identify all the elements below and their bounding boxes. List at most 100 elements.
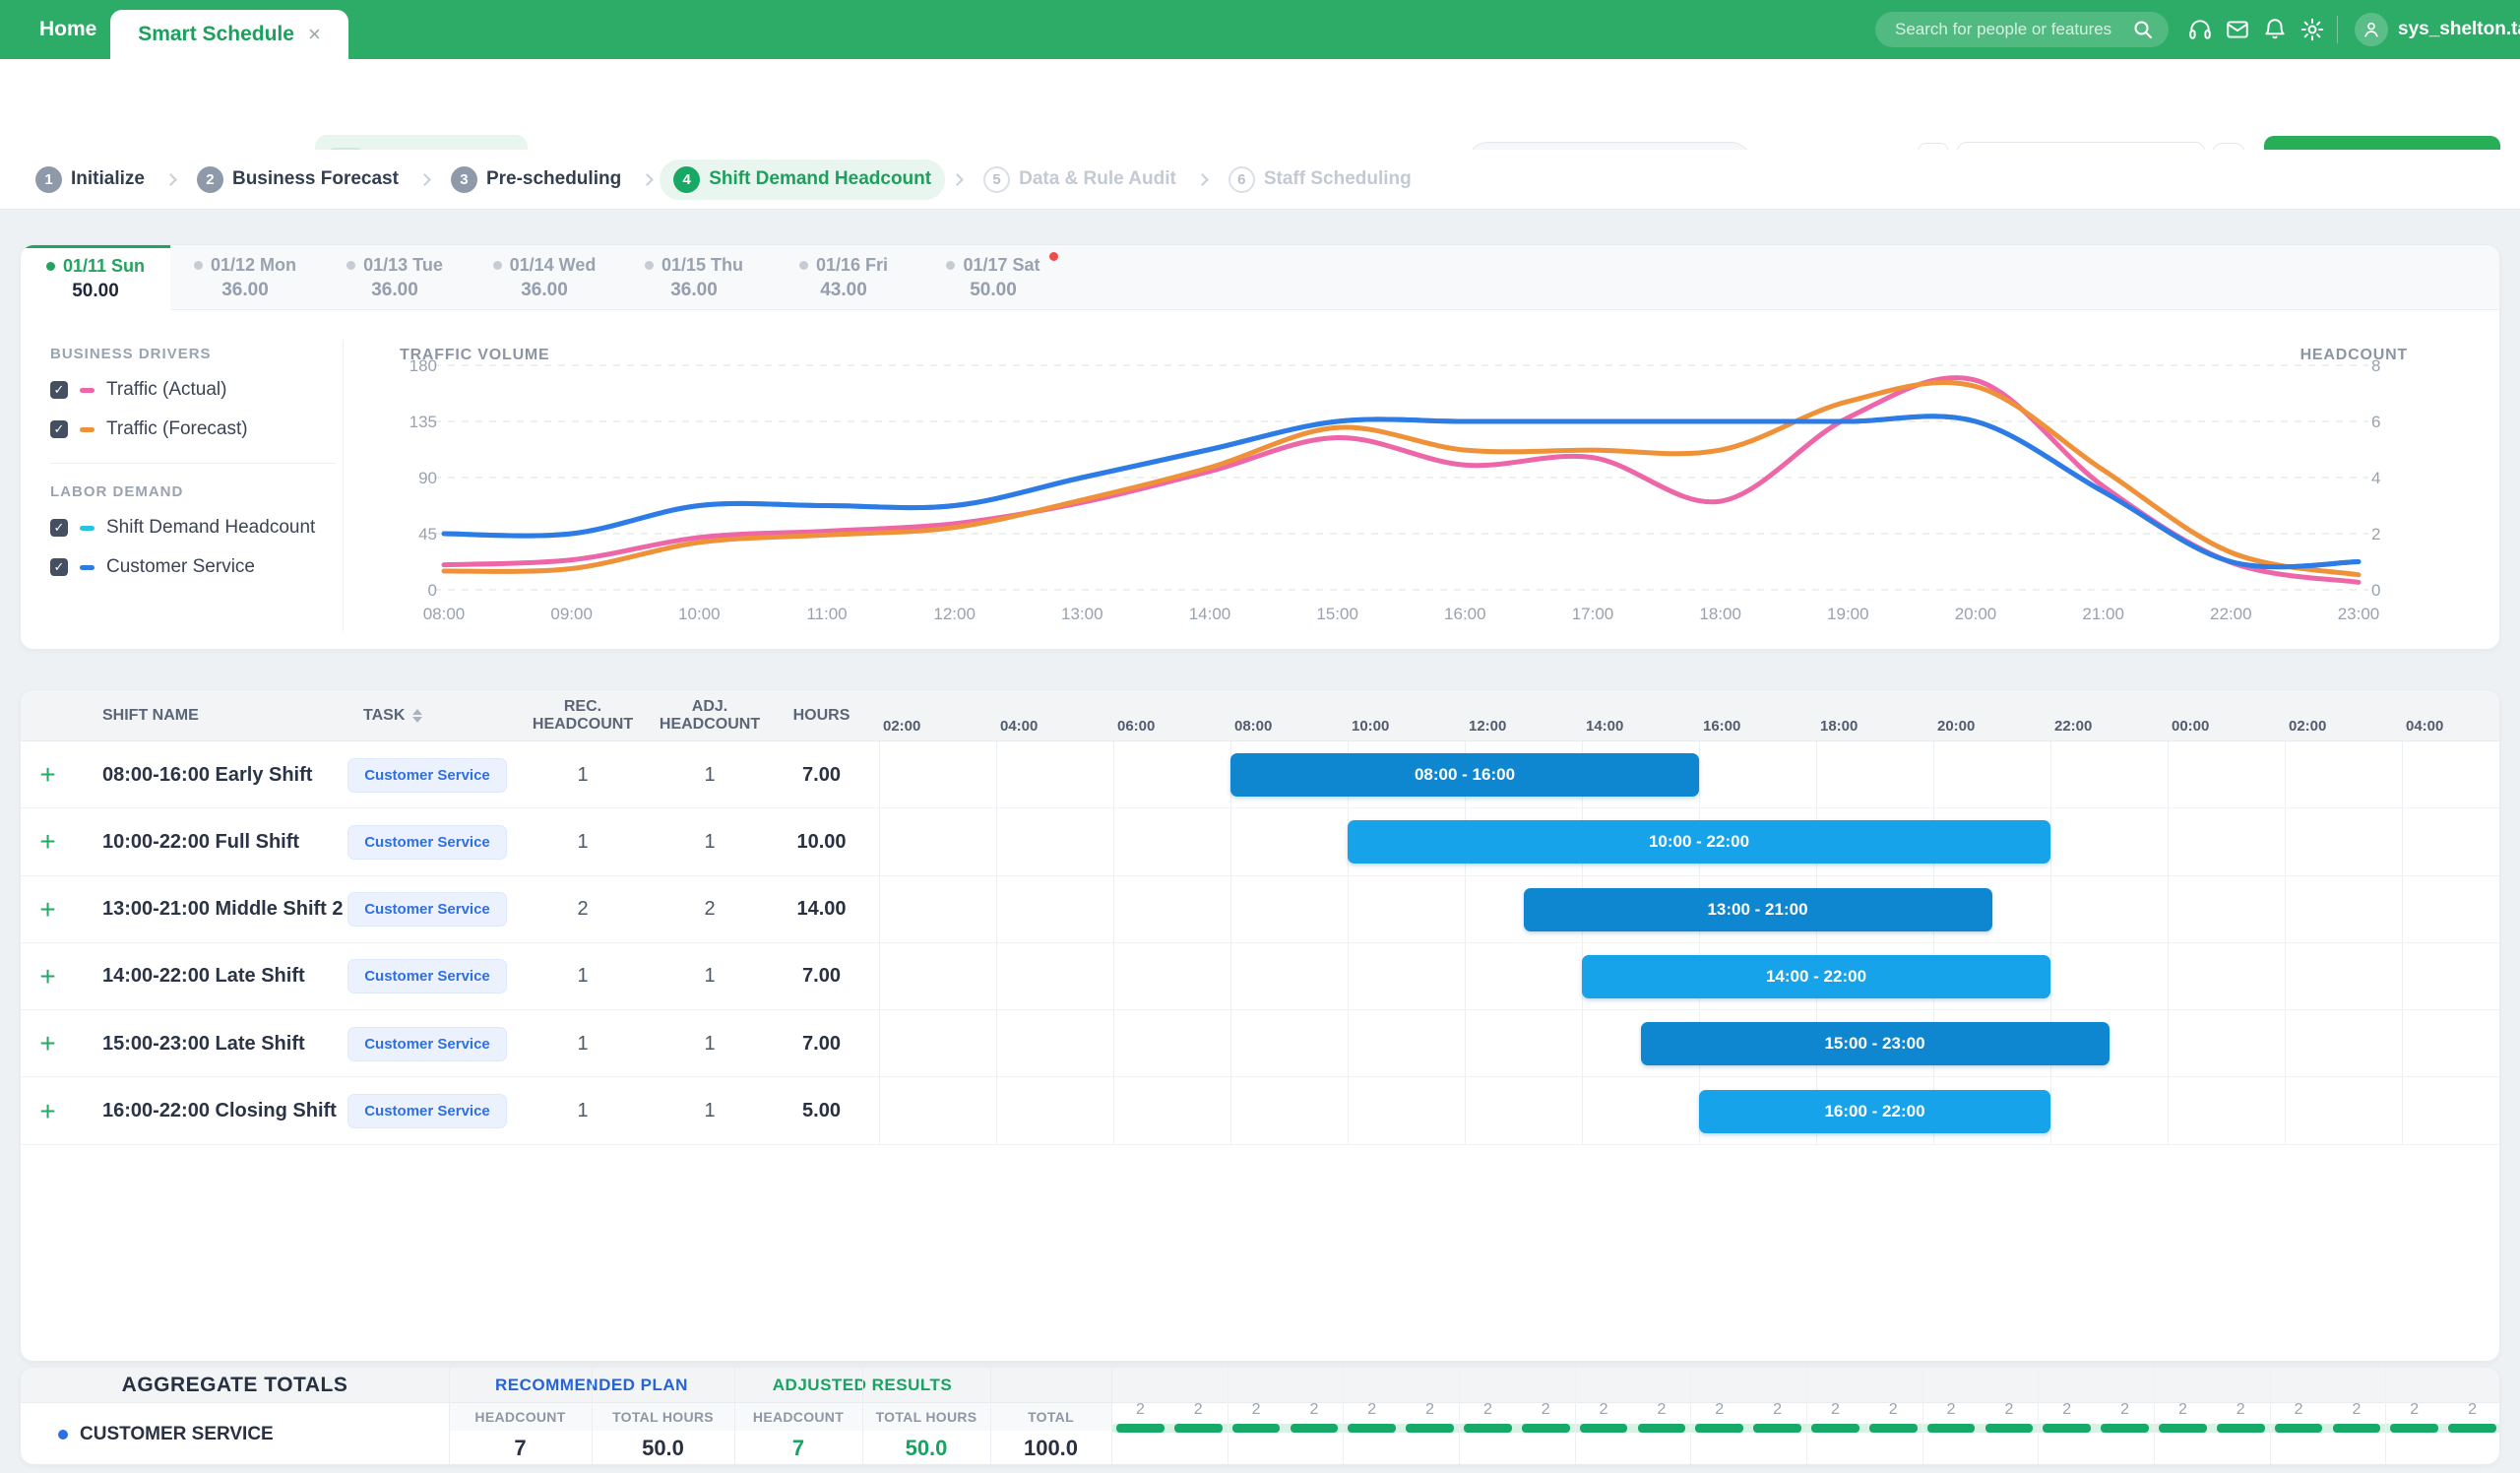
task-badge[interactable]: Customer Service xyxy=(347,892,507,927)
adj-headcount-value[interactable]: 1 xyxy=(651,741,769,808)
hourly-headcount-value: 2 xyxy=(1806,1399,1864,1421)
task-badge[interactable]: Customer Service xyxy=(347,1027,507,1061)
rec-headcount-value: 7 xyxy=(449,1431,592,1465)
timeline-tick: 02:00 xyxy=(2289,718,2326,735)
home-menu-item[interactable]: Home xyxy=(39,0,96,59)
table-row: +13:00-21:00 Middle Shift 2Customer Serv… xyxy=(21,876,2500,943)
step-number: 1 xyxy=(35,166,62,193)
hourly-coverage-bar xyxy=(1695,1424,1743,1433)
step-staff-scheduling[interactable]: 6Staff Scheduling xyxy=(1215,160,1425,200)
task-badge[interactable]: Customer Service xyxy=(347,758,507,793)
adj-headcount-value[interactable]: 2 xyxy=(651,876,769,943)
shift-gantt-bar[interactable]: 10:00 - 22:00 xyxy=(1348,820,2050,864)
expand-row-button[interactable]: + xyxy=(21,943,75,1010)
adj-headcount-value[interactable]: 1 xyxy=(651,1010,769,1077)
svg-text:0: 0 xyxy=(428,581,437,600)
expand-row-button[interactable]: + xyxy=(21,808,75,875)
timeline-tick: 10:00 xyxy=(1352,718,1389,735)
hourly-headcount-value: 2 xyxy=(1922,1399,1981,1421)
hourly-coverage-bar xyxy=(1811,1424,1859,1433)
step-shift-demand-headcount[interactable]: 4 Shift Demand Headcount xyxy=(660,160,945,200)
svg-text:6: 6 xyxy=(2371,413,2380,431)
task-badge[interactable]: Customer Service xyxy=(347,959,507,993)
close-icon[interactable]: × xyxy=(308,24,321,45)
svg-text:2: 2 xyxy=(2371,525,2380,544)
step-label: Data & Rule Audit xyxy=(1019,168,1176,190)
hourly-coverage-bar xyxy=(1348,1424,1396,1433)
total-label: TOTAL xyxy=(990,1403,1111,1431)
svg-text:15:00: 15:00 xyxy=(1316,605,1358,623)
shift-gantt-bar[interactable]: 13:00 - 21:00 xyxy=(1524,888,1992,931)
shift-rows-area: +08:00-16:00 Early ShiftCustomer Service… xyxy=(21,741,2500,1145)
timeline-tick: 14:00 xyxy=(1586,718,1623,735)
aggregate-grid-line xyxy=(1690,1368,1691,1465)
search-icon xyxy=(2131,18,2155,41)
hourly-headcount-value: 2 xyxy=(1401,1399,1459,1421)
step-pre-scheduling[interactable]: 3Pre-scheduling xyxy=(437,160,635,200)
timeline-tick: 12:00 xyxy=(1469,718,1506,735)
hourly-headcount-value: 2 xyxy=(1981,1399,2039,1421)
search-input[interactable]: Search for people or features xyxy=(1875,12,2169,47)
step-number: 6 xyxy=(1228,166,1255,193)
rec-headcount-value: 2 xyxy=(515,876,651,943)
step-number: 4 xyxy=(673,166,700,193)
svg-text:17:00: 17:00 xyxy=(1572,605,1614,623)
gear-icon[interactable] xyxy=(2300,17,2325,42)
shift-gantt-bar[interactable]: 16:00 - 22:00 xyxy=(1699,1090,2050,1133)
adj-total-hours-value: 50.0 xyxy=(862,1431,990,1465)
hourly-coverage-bar xyxy=(1174,1424,1223,1433)
table-row: +08:00-16:00 Early ShiftCustomer Service… xyxy=(21,741,2500,808)
step-business-forecast[interactable]: 2Business Forecast xyxy=(183,160,412,200)
adj-headcount-value: 7 xyxy=(734,1431,862,1465)
expand-row-button[interactable]: + xyxy=(21,741,75,808)
aggregate-column-divider xyxy=(1111,1368,1112,1465)
username-label[interactable]: sys_shelton.tan xyxy=(2398,0,2520,59)
bell-icon[interactable] xyxy=(2262,17,2288,42)
svg-text:0: 0 xyxy=(2371,581,2380,600)
shift-gantt-bar[interactable]: 15:00 - 23:00 xyxy=(1641,1022,2110,1065)
step-data-rule-audit[interactable]: 5Data & Rule Audit xyxy=(970,160,1190,200)
page-header: Schedule Generation TOTAL WEEKLY HOURS 2… xyxy=(0,59,2520,150)
hourly-coverage-bar xyxy=(2159,1424,2207,1433)
customer-service-row-label: CUSTOMER SERVICE xyxy=(58,1403,274,1465)
adj-headcount-value[interactable]: 1 xyxy=(651,943,769,1010)
smart-schedule-tab[interactable]: Smart Schedule × xyxy=(110,10,348,59)
shift-gantt-bar[interactable]: 08:00 - 16:00 xyxy=(1230,753,1699,797)
aggregate-grid-line xyxy=(1459,1368,1460,1465)
headset-icon[interactable] xyxy=(2187,17,2213,42)
table-row: +15:00-23:00 Late ShiftCustomer Service 1… xyxy=(21,1010,2500,1077)
hourly-headcount-value: 2 xyxy=(1111,1399,1169,1421)
hourly-headcount-value: 2 xyxy=(2328,1399,2386,1421)
shift-gantt-bar[interactable]: 14:00 - 22:00 xyxy=(1582,955,2050,998)
adj-total-hours-label: TOTAL HOURS xyxy=(862,1403,990,1431)
expand-row-button[interactable]: + xyxy=(21,876,75,943)
step-label: Shift Demand Headcount xyxy=(709,168,931,190)
hourly-coverage-bar xyxy=(1522,1424,1570,1433)
expand-row-button[interactable]: + xyxy=(21,1078,75,1145)
sort-icon[interactable] xyxy=(412,709,422,723)
step-initialize[interactable]: 1Initialize xyxy=(22,160,158,200)
hourly-coverage-bar xyxy=(1291,1424,1339,1433)
hourly-headcount-value: 2 xyxy=(1633,1399,1691,1421)
svg-text:10:00: 10:00 xyxy=(678,605,721,623)
svg-text:12:00: 12:00 xyxy=(933,605,976,623)
rec-headcount-value: 1 xyxy=(515,1078,651,1145)
svg-text:20:00: 20:00 xyxy=(1955,605,1997,623)
mail-icon[interactable] xyxy=(2225,17,2250,42)
expand-row-button[interactable]: + xyxy=(21,1010,75,1077)
hourly-headcount-value: 2 xyxy=(1748,1399,1806,1421)
timeline-tick: 20:00 xyxy=(1937,718,1975,735)
shift-name: 15:00-23:00 Late Shift xyxy=(102,1010,358,1077)
adj-headcount-value[interactable]: 1 xyxy=(651,808,769,875)
task-badge[interactable]: Customer Service xyxy=(347,825,507,860)
timeline-tick: 04:00 xyxy=(1000,718,1038,735)
col-rec-headcount: REC. HEADCOUNT xyxy=(515,690,651,741)
adj-headcount-value[interactable]: 1 xyxy=(651,1078,769,1145)
hours-value: 5.00 xyxy=(769,1078,874,1145)
tab-label: Smart Schedule xyxy=(138,23,294,46)
task-badge[interactable]: Customer Service xyxy=(347,1094,507,1128)
hourly-coverage-bar xyxy=(2275,1424,2323,1433)
avatar[interactable] xyxy=(2355,13,2388,46)
col-task[interactable]: TASK xyxy=(363,690,422,741)
hourly-headcount-value: 2 xyxy=(1575,1399,1633,1421)
